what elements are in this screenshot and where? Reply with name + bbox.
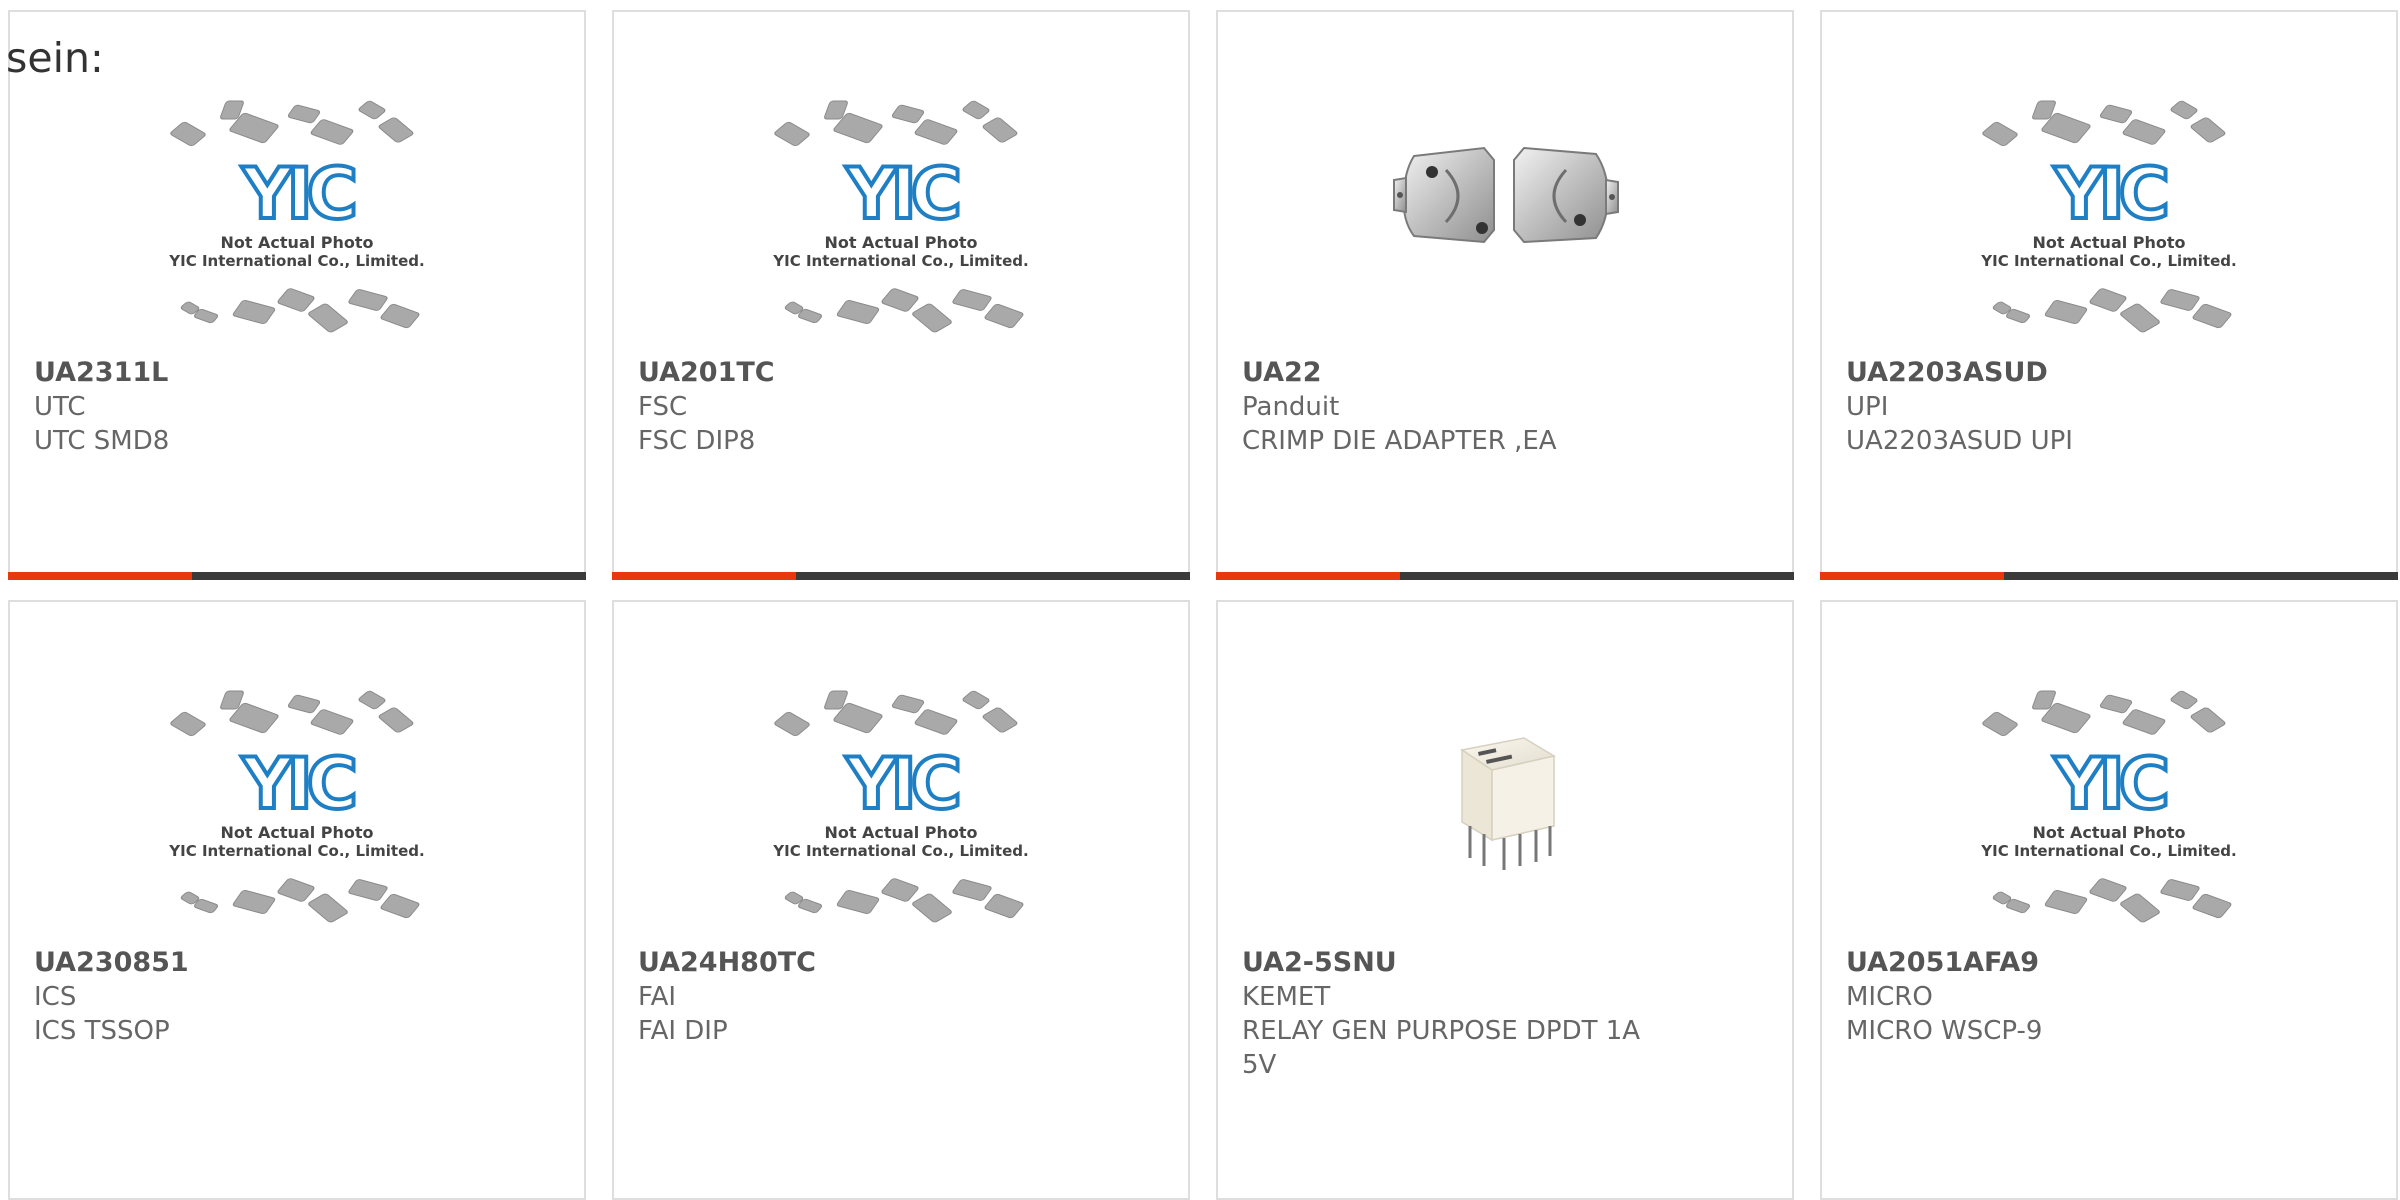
product-card[interactable]: YIC Not Actual Photo YIC International Co.… [1820,600,2398,1200]
product-card[interactable]: YIC Not Actual Photo YIC International Co.… [612,10,1190,580]
placeholder-image: YICNot Actual PhotoYIC International Co.… [1980,100,2237,333]
product-card[interactable]: YIC Not Actual Photo YIC International Co.… [1820,10,2398,580]
card-bottom-bar [612,572,1190,580]
placeholder-image: YICNot Actual PhotoYIC International Co.… [1980,690,2237,923]
yic-logo: YIC [2053,743,2166,825]
part-number-link[interactable]: UA2-5SNU [1242,946,1768,980]
placeholder-company: YIC International Co., Limited. [1980,252,2236,270]
manufacturer: ICS [34,982,77,1012]
part-number-link[interactable]: UA2203ASUD [1846,356,2372,390]
placeholder-caption: Not Actual Photo [220,823,373,842]
placeholder-company: YIC International Co., Limited. [168,842,424,860]
part-number-link[interactable]: UA201TC [638,356,1164,390]
part-number-link[interactable]: UA230851 [34,946,560,980]
part-number-link[interactable]: UA24H80TC [638,946,1164,980]
part-number-link[interactable]: UA22 [1242,356,1768,390]
placeholder-image: YICNot Actual PhotoYIC International Co.… [168,690,425,923]
manufacturer: UTC [34,392,86,422]
manufacturer: Panduit [1242,392,1340,422]
placeholder-image-slot[interactable]: YIC Not Actual Photo YIC International Co.… [1822,100,2396,350]
manufacturer: KEMET [1242,982,1331,1012]
description: RELAY GEN PURPOSE DPDT 1A 5V [1242,1016,1641,1080]
manufacturer: UPI [1846,392,1889,422]
placeholder-image-slot[interactable]: YIC Not Actual Photo YIC International Co.… [1822,690,2396,940]
yic-logo: YIC [845,153,958,235]
description: UA2203ASUD UPI [1846,426,2073,456]
product-card[interactable]: UA2-5SNU KEMET RELAY GEN PURPOSE DPDT 1A… [1216,600,1794,1200]
placeholder-caption: Not Actual Photo [220,233,373,252]
description: ICS TSSOP [34,1016,170,1046]
manufacturer: FSC [638,392,688,422]
card-accent-bar [8,572,192,580]
part-number-link[interactable]: UA2311L [34,356,560,390]
placeholder-image-slot[interactable]: YIC Not Actual Photo YIC International Co.… [10,100,584,350]
lead-text: sein: [6,34,104,82]
description: FSC DIP8 [638,426,756,456]
card-bottom-bar [8,572,586,580]
card-accent-bar [612,572,796,580]
description: FAI DIP [638,1016,728,1046]
placeholder-image-slot[interactable]: YIC Not Actual Photo YIC International Co.… [614,100,1188,350]
card-bottom-bar [1216,572,1794,580]
product-card[interactable]: UA22 Panduit CRIMP DIE ADAPTER ,EA [1216,10,1794,580]
relay-photo [1460,737,1556,870]
card-accent-bar [1820,572,2004,580]
description: CRIMP DIE ADAPTER ,EA [1242,426,1557,456]
card-bottom-bar [1820,572,2398,580]
product-card[interactable]: YIC Not Actual Photo YIC International Co.… [8,10,586,580]
manufacturer: FAI [638,982,677,1012]
placeholder-company: YIC International Co., Limited. [772,252,1028,270]
placeholder-company: YIC International Co., Limited. [1980,842,2236,860]
product-image[interactable] [1218,100,1792,350]
description: MICRO WSCP-9 [1846,1016,2043,1046]
yic-logo: YIC [845,743,958,825]
product-card[interactable]: YIC Not Actual Photo YIC International Co.… [8,600,586,1200]
placeholder-image: YICNot Actual PhotoYIC International Co.… [168,100,425,333]
product-card[interactable]: YIC Not Actual Photo YIC International Co.… [612,600,1190,1200]
yic-logo: YIC [2053,153,2166,235]
placeholder-image: YICNot Actual PhotoYIC International Co.… [772,690,1029,923]
manufacturer: MICRO [1846,982,1933,1012]
crimp-die-adapter-photo [1393,146,1619,244]
placeholder-caption: Not Actual Photo [824,823,977,842]
product-image[interactable] [1218,690,1792,940]
placeholder-image-slot[interactable]: YIC Not Actual Photo YIC International Co.… [10,690,584,940]
yic-logo: YIC [241,743,354,825]
placeholder-image: YICNot Actual PhotoYIC International Co.… [772,100,1029,333]
part-number-link[interactable]: UA2051AFA9 [1846,946,2372,980]
placeholder-caption: Not Actual Photo [2032,823,2185,842]
placeholder-image-slot[interactable]: YIC Not Actual Photo YIC International Co.… [614,690,1188,940]
card-accent-bar [1216,572,1400,580]
placeholder-caption: Not Actual Photo [2032,233,2185,252]
placeholder-caption: Not Actual Photo [824,233,977,252]
placeholder-company: YIC International Co., Limited. [168,252,424,270]
placeholder-company: YIC International Co., Limited. [772,842,1028,860]
yic-logo: YIC [241,153,354,235]
description: UTC SMD8 [34,426,170,456]
